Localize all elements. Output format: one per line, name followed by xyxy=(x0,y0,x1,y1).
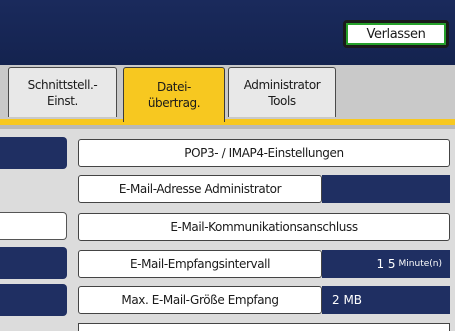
tab-label-line2: Einst. xyxy=(47,93,78,108)
tab-administrator-tools[interactable]: Administrator Tools xyxy=(228,67,336,117)
tab-bar: Schnittstell.- Einst. Datei- übertrag. A… xyxy=(0,65,455,123)
tab-interface-settings[interactable]: Schnittstell.- Einst. xyxy=(8,67,117,117)
receive-interval-number: 1 5 xyxy=(376,257,396,271)
receive-interval-unit: Minute(n) xyxy=(398,259,442,269)
pop3-imap4-settings-button[interactable]: POP3- / IMAP4-Einstellungen xyxy=(78,139,450,167)
tab-label-line1: Administrator xyxy=(243,77,321,92)
tab-label-line1: Datei- xyxy=(157,80,191,94)
exit-button[interactable]: Verlassen xyxy=(343,20,449,48)
admin-email-button[interactable]: E-Mail-Adresse Administrator xyxy=(78,175,322,203)
tab-file-transfer[interactable]: Datei- übertrag. xyxy=(123,67,225,122)
next-row-partial[interactable] xyxy=(78,323,450,331)
tab-label-line2: übertrag. xyxy=(147,96,201,110)
admin-email-value xyxy=(322,175,450,203)
email-comm-port-button[interactable]: E-Mail-Kommunikationsanschluss xyxy=(78,213,450,241)
max-receive-size-button[interactable]: Max. E-Mail-Größe Empfang xyxy=(78,286,322,314)
tab-label-line2: Tools xyxy=(268,93,296,108)
left-item-3[interactable] xyxy=(0,212,67,240)
panel-divider xyxy=(0,125,455,129)
header-bar: Verlassen xyxy=(0,0,455,65)
tab-label-line1: Schnittstell.- xyxy=(27,77,98,92)
left-item-5[interactable] xyxy=(0,284,67,316)
left-item-4[interactable] xyxy=(0,247,67,279)
left-item-1[interactable] xyxy=(0,137,67,169)
receive-interval-value: 1 5 Minute(n) xyxy=(322,250,450,278)
receive-interval-button[interactable]: E-Mail-Empfangsintervall xyxy=(78,250,322,278)
settings-panel: POP3- / IMAP4-Einstellungen E-Mail-Adres… xyxy=(0,125,455,331)
max-receive-size-value: 2 MB xyxy=(322,286,450,314)
